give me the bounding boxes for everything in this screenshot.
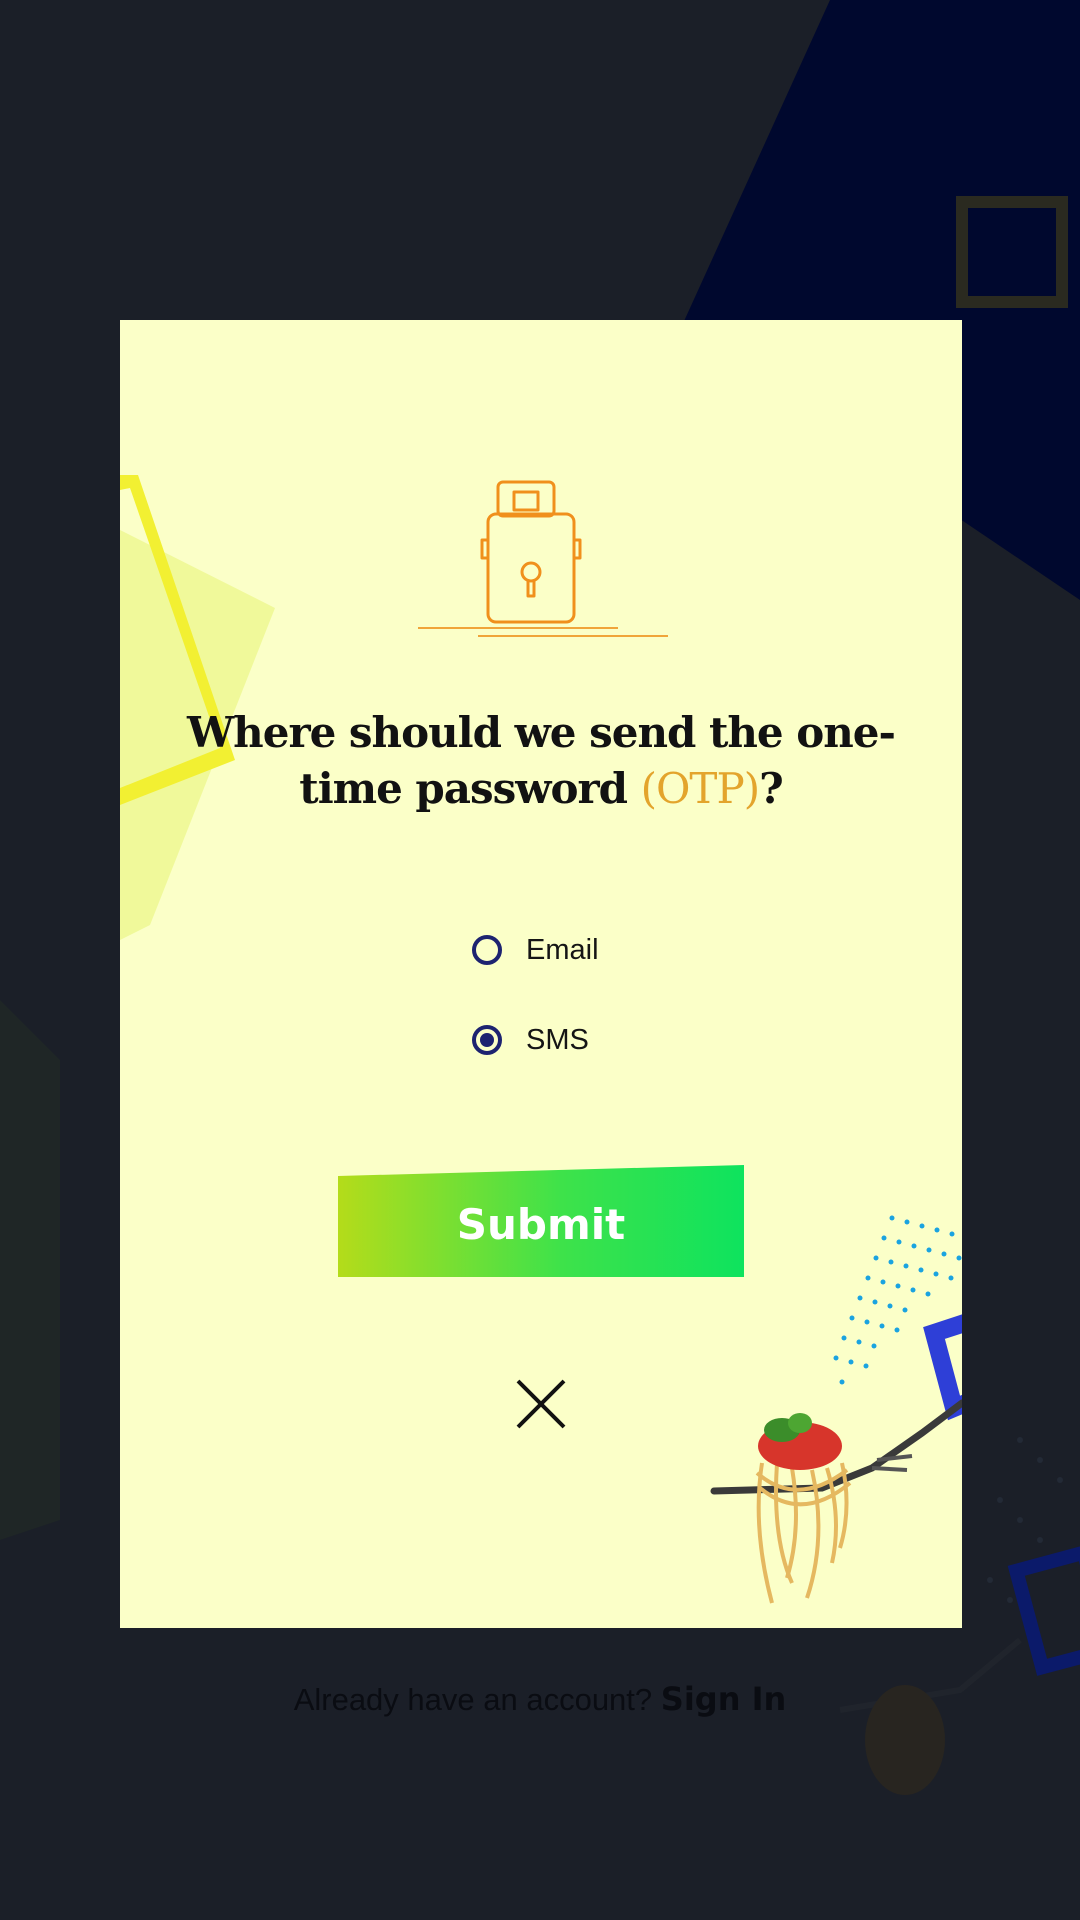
option-email[interactable]: Email (472, 920, 599, 980)
option-sms[interactable]: SMS (472, 1010, 599, 1070)
email-option-label: Email (526, 933, 599, 966)
sms-radio-button[interactable] (472, 1025, 502, 1055)
otp-highlight: (OTP) (640, 764, 760, 813)
sign-in-link[interactable]: Sign In (661, 1680, 787, 1718)
sms-option-label: SMS (526, 1023, 589, 1056)
otp-question-heading: Where should we send the one-time passwo… (180, 705, 902, 817)
yellow-frame-decoration (120, 475, 275, 940)
delivery-method-options: Email SMS (472, 920, 599, 1100)
close-icon[interactable] (515, 1378, 567, 1430)
sign-in-prompt: Already have an account? Sign In (0, 1680, 1080, 1718)
lock-icon (418, 480, 668, 637)
submit-button-label: Submit (456, 1199, 626, 1249)
sign-in-prompt-text: Already have an account? (293, 1682, 653, 1717)
email-radio-button[interactable] (472, 935, 502, 965)
question-text: Where should we send the one-time passwo… (187, 708, 896, 813)
otp-modal: Where should we send the one-time passwo… (120, 320, 962, 1628)
question-mark: ? (759, 764, 784, 813)
submit-button[interactable]: Submit (338, 1165, 744, 1277)
